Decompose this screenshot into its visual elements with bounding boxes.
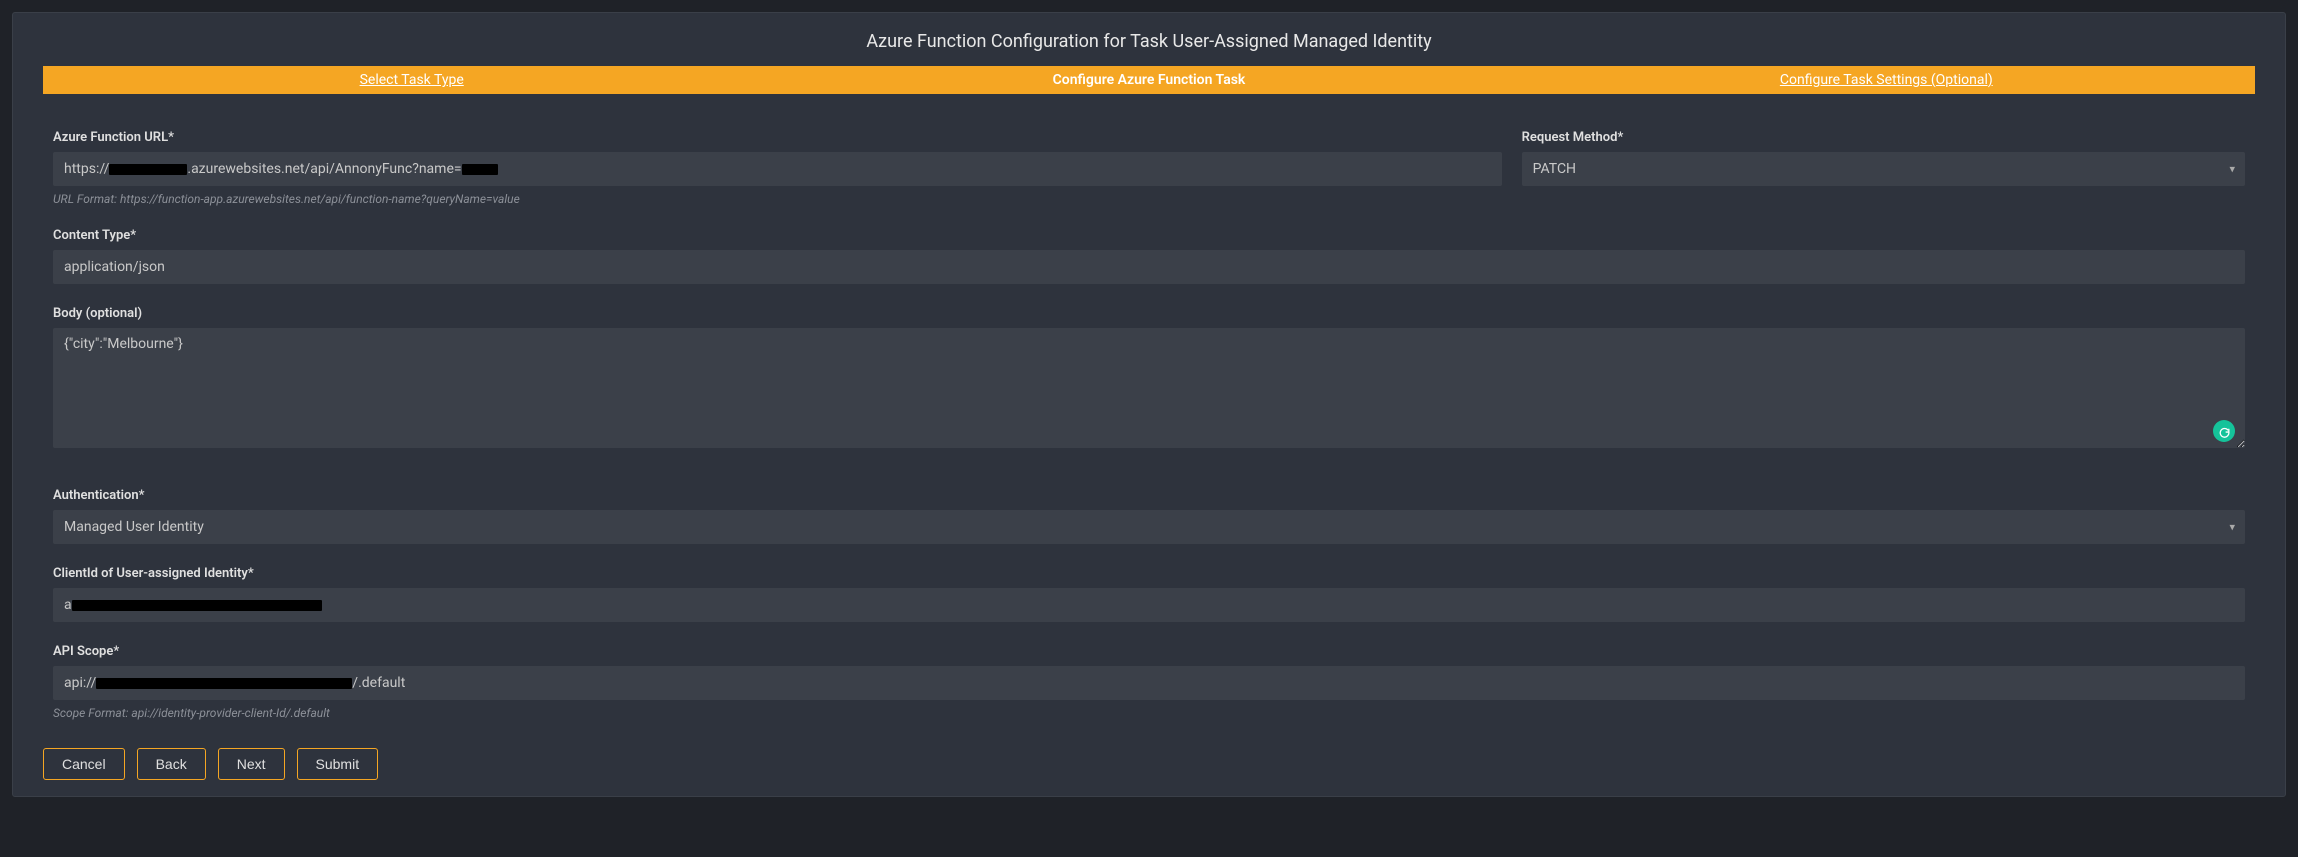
button-row: Cancel Back Next Submit xyxy=(13,720,2285,780)
content-type-input[interactable] xyxy=(53,250,2245,284)
cancel-button[interactable]: Cancel xyxy=(43,748,125,780)
back-button[interactable]: Back xyxy=(137,748,206,780)
authentication-select[interactable]: Managed User Identity xyxy=(53,510,2245,544)
config-panel: Azure Function Configuration for Task Us… xyxy=(12,12,2286,797)
form-area: Azure Function URL* https://.azurewebsit… xyxy=(13,122,2285,720)
next-button[interactable]: Next xyxy=(218,748,285,780)
scope-hint: Scope Format: api://identity-provider-cl… xyxy=(53,706,2245,720)
step-configure-task-settings[interactable]: Configure Task Settings (Optional) xyxy=(1518,66,2255,94)
auth-label: Authentication* xyxy=(53,488,2245,503)
url-hint: URL Format: https://function-app.azurewe… xyxy=(53,192,1502,206)
api-scope-input[interactable] xyxy=(53,666,2245,700)
clientid-label: ClientId of User-assigned Identity* xyxy=(53,566,2245,581)
step-configure-azure-function[interactable]: Configure Azure Function Task xyxy=(780,66,1517,94)
step-select-task-type[interactable]: Select Task Type xyxy=(43,66,780,94)
clientid-input[interactable] xyxy=(53,588,2245,622)
page-title: Azure Function Configuration for Task Us… xyxy=(13,13,2285,66)
scope-label: API Scope* xyxy=(53,644,2245,659)
method-label: Request Method* xyxy=(1522,130,2245,145)
wizard-steps: Select Task Type Configure Azure Functio… xyxy=(43,66,2255,94)
content-type-label: Content Type* xyxy=(53,228,2245,243)
azure-function-url-input[interactable] xyxy=(53,152,1502,186)
body-textarea[interactable] xyxy=(53,328,2245,448)
request-method-select[interactable]: PATCH xyxy=(1522,152,2245,186)
url-label: Azure Function URL* xyxy=(53,130,1502,145)
body-label: Body (optional) xyxy=(53,306,2245,321)
submit-button[interactable]: Submit xyxy=(297,748,379,780)
